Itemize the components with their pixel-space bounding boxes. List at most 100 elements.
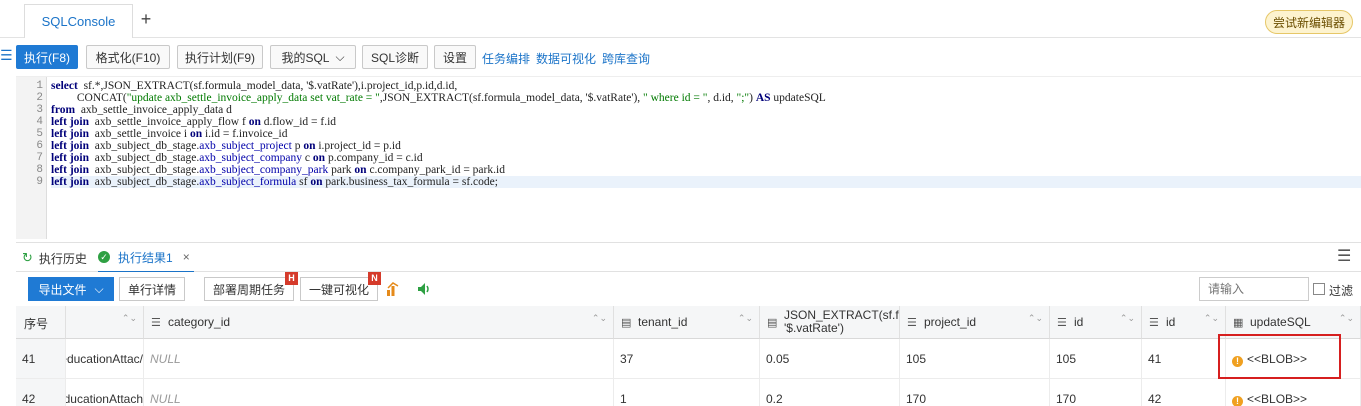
try-new-editor-button[interactable]: 尝试新编辑器 bbox=[1265, 10, 1353, 34]
sql-editor[interactable]: 123456789 select sf.*,JSON_EXTRACT(sf.fo… bbox=[16, 76, 1361, 239]
tab-result-1[interactable]: ✓ 执行结果1 × bbox=[98, 243, 194, 273]
table-cell[interactable]: 37 bbox=[614, 339, 760, 379]
deploy-periodic-task-button[interactable]: 部署周期任务 bbox=[204, 277, 294, 301]
table-cell[interactable]: 1 bbox=[614, 379, 760, 406]
tab-result-label: 执行结果1 bbox=[118, 250, 173, 265]
row-detail-button[interactable]: 单行详情 bbox=[119, 277, 185, 301]
code-line[interactable]: left join axb_subject_db_stage.axb_subje… bbox=[51, 176, 1361, 188]
code-line[interactable]: left join axb_subject_db_stage.axb_subje… bbox=[51, 140, 1361, 152]
column-header-json-extract[interactable]: ▤ JSON_EXTRACT(sf.f '$.vatRate') bbox=[760, 306, 900, 339]
code-line[interactable]: left join axb_subject_db_stage.axb_subje… bbox=[51, 164, 1361, 176]
line-number: 6 bbox=[36, 140, 43, 152]
results-toolbar: 导出文件 ⌵ 单行详情 部署周期任务 H 一键可视化 N 过滤 bbox=[16, 272, 1361, 306]
success-check-icon: ✓ bbox=[98, 251, 110, 263]
warning-icon: ! bbox=[1232, 396, 1243, 406]
data-viz-link[interactable]: 数据可视化 bbox=[536, 50, 596, 67]
sort-icon[interactable]: ⌃⌄ bbox=[738, 314, 753, 323]
sort-icon[interactable]: ⌃⌄ bbox=[122, 314, 137, 323]
sql-diagnose-button[interactable]: SQL诊断 bbox=[362, 45, 428, 69]
column-header-project-id[interactable]: ☰ project_id ⌃⌄ bbox=[900, 306, 1050, 339]
chevron-down-icon: ⌵ bbox=[94, 281, 104, 296]
column-header-id-2[interactable]: ☰ id ⌃⌄ bbox=[1142, 306, 1226, 339]
table-cell[interactable]: 42 bbox=[1142, 379, 1226, 406]
sort-icon[interactable]: ⌃⌄ bbox=[1204, 314, 1219, 323]
grid-icon: ▦ bbox=[1233, 317, 1244, 329]
code-line[interactable]: from axb_settle_invoice_apply_data d bbox=[51, 104, 1361, 116]
tab-history-label: 执行历史 bbox=[38, 251, 87, 266]
code-line[interactable]: select sf.*,JSON_EXTRACT(sf.formula_mode… bbox=[51, 80, 1361, 92]
row-number[interactable]: 42 bbox=[16, 379, 66, 406]
results-menu-icon[interactable]: ☰ bbox=[1337, 249, 1353, 265]
history-icon: ↻ bbox=[22, 250, 33, 265]
table-cell[interactable]: NULL bbox=[144, 379, 614, 406]
export-file-button[interactable]: 导出文件 ⌵ bbox=[28, 277, 114, 301]
sort-icon[interactable]: ⌃⌄ bbox=[592, 314, 607, 323]
sort-icon[interactable]: ⌃⌄ bbox=[1028, 314, 1043, 323]
table-cell[interactable]: 0.2 bbox=[760, 379, 900, 406]
column-icon: ☰ bbox=[907, 317, 917, 329]
settings-button[interactable]: 设置 bbox=[434, 45, 476, 69]
search-input[interactable] bbox=[1199, 277, 1309, 301]
line-number: 4 bbox=[36, 116, 43, 128]
filter-label: 过滤 bbox=[1329, 284, 1354, 298]
hot-badge: H bbox=[285, 272, 298, 285]
code-line[interactable]: left join axb_subject_db_stage.axb_subje… bbox=[51, 152, 1361, 164]
export-label: 导出文件 bbox=[38, 282, 87, 297]
sort-icon[interactable]: ⌃⌄ bbox=[1339, 314, 1354, 323]
table-cell[interactable]: 105 bbox=[1050, 339, 1142, 379]
my-sql-label: 我的SQL bbox=[281, 50, 330, 65]
column-icon: ☰ bbox=[1149, 317, 1159, 329]
tab-sqlconsole[interactable]: SQLConsole bbox=[24, 4, 133, 38]
tab-history[interactable]: ↻ 执行历史 bbox=[22, 243, 87, 273]
line-number: 1 bbox=[36, 80, 43, 92]
column-header-category-id[interactable]: ☰ category_id ⌃⌄ bbox=[144, 306, 614, 339]
sql-toolbar: ☰ 执行(F8) 格式化(F10) 执行计划(F9) 我的SQL ⌵ SQL诊断… bbox=[0, 38, 1361, 76]
one-click-viz-button[interactable]: 一键可视化 bbox=[300, 277, 378, 301]
document-icon: ▤ bbox=[767, 317, 778, 329]
explain-plan-button[interactable]: 执行计划(F9) bbox=[177, 45, 263, 69]
line-number-gutter: 123456789 bbox=[16, 77, 47, 239]
blob-cell[interactable]: ! <<BLOB>> bbox=[1226, 379, 1361, 406]
code-line[interactable]: CONCAT("update axb_settle_invoice_apply_… bbox=[51, 92, 1361, 104]
line-number: 2 bbox=[36, 92, 43, 104]
document-icon: ▤ bbox=[621, 317, 632, 329]
code-line[interactable]: left join axb_settle_invoice_apply_flow … bbox=[51, 116, 1361, 128]
code-area[interactable]: select sf.*,JSON_EXTRACT(sf.formula_mode… bbox=[51, 77, 1361, 239]
column-header-row-num[interactable]: 序号 bbox=[16, 306, 66, 339]
table-cell[interactable]: NULL bbox=[144, 339, 614, 379]
code-line[interactable]: left join axb_settle_invoice i on i.id =… bbox=[51, 128, 1361, 140]
task-schedule-link[interactable]: 任务编排 bbox=[482, 50, 530, 67]
tab-sqlconsole-label: SQLConsole bbox=[41, 14, 116, 29]
table-cell[interactable]: /educationAttac bbox=[66, 339, 144, 379]
execute-button[interactable]: 执行(F8) bbox=[16, 45, 78, 69]
table-cell[interactable]: 105 bbox=[900, 339, 1050, 379]
line-number: 3 bbox=[36, 104, 43, 116]
add-tab-button[interactable]: + bbox=[136, 8, 156, 30]
chart-share-icon[interactable] bbox=[386, 281, 400, 297]
highlight-annotation bbox=[1218, 334, 1341, 379]
column-header-prev[interactable]: ⌃⌄ bbox=[66, 306, 144, 339]
my-sql-dropdown[interactable]: 我的SQL ⌵ bbox=[270, 45, 356, 69]
close-icon[interactable]: × bbox=[183, 250, 190, 264]
line-number: 5 bbox=[36, 128, 43, 140]
filter-checkbox[interactable] bbox=[1313, 283, 1325, 295]
table-cell[interactable]: 170 bbox=[1050, 379, 1142, 406]
column-header-id-1[interactable]: ☰ id ⌃⌄ bbox=[1050, 306, 1142, 339]
table-cell[interactable]: 0.05 bbox=[760, 339, 900, 379]
table-cell[interactable]: 41 bbox=[1142, 339, 1226, 379]
results-tab-bar: ↻ 执行历史 ✓ 执行结果1 × bbox=[16, 242, 1361, 273]
line-number: 9 bbox=[36, 176, 43, 188]
column-icon: ☰ bbox=[1057, 317, 1067, 329]
column-icon: ☰ bbox=[151, 317, 161, 329]
format-button[interactable]: 格式化(F10) bbox=[86, 45, 170, 69]
results-grid: 序号 ⌃⌄ ☰ category_id ⌃⌄ ▤ tenant_id ⌃⌄ ▤ … bbox=[16, 306, 1361, 406]
table-cell[interactable]: 170 bbox=[900, 379, 1050, 406]
table-cell[interactable]: educationAttach bbox=[66, 379, 144, 406]
cross-db-query-link[interactable]: 跨库查询 bbox=[602, 50, 650, 67]
line-number: 7 bbox=[36, 152, 43, 164]
speaker-icon[interactable] bbox=[416, 281, 432, 297]
column-header-tenant-id[interactable]: ▤ tenant_id ⌃⌄ bbox=[614, 306, 760, 339]
sort-icon[interactable]: ⌃⌄ bbox=[1120, 314, 1135, 323]
row-number[interactable]: 41 bbox=[16, 339, 66, 379]
menu-icon[interactable]: ☰ bbox=[0, 48, 13, 62]
